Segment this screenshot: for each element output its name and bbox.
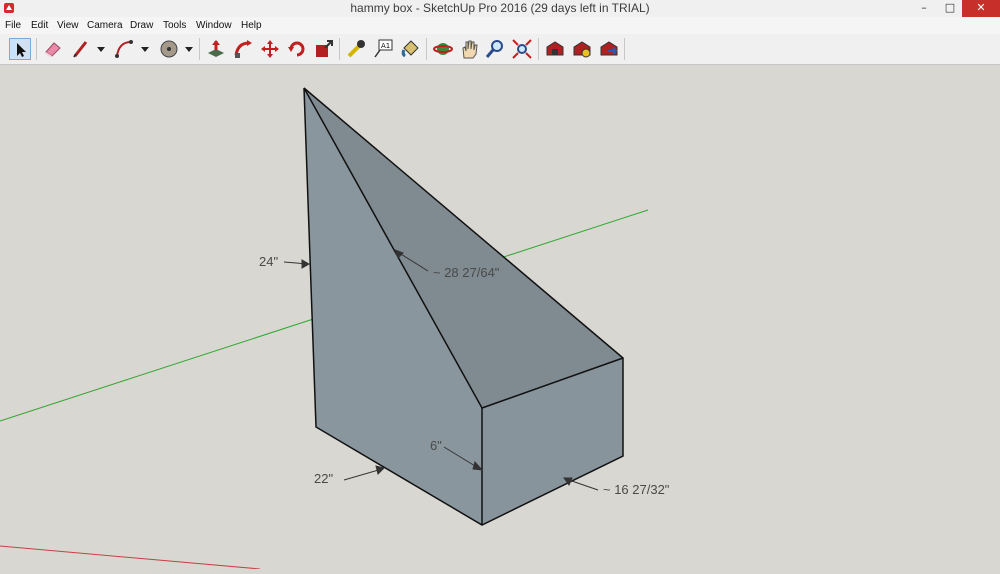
svg-text:A1: A1 (381, 42, 390, 50)
paint-bucket-icon (401, 40, 419, 58)
zoom-icon (485, 40, 503, 58)
menu-camera[interactable]: Camera (87, 20, 123, 31)
dimension-width-label[interactable]: ~ 16 27/32" (603, 482, 669, 497)
select-tool-button[interactable] (9, 38, 31, 60)
chevron-down-icon (185, 47, 193, 52)
share-model-button[interactable] (598, 38, 620, 60)
drawing-viewport[interactable]: 24" ~ 28 27/64" 22" 6" ~ 16 27/32" (0, 65, 1000, 570)
pan-tool-button[interactable] (458, 38, 480, 60)
scale-icon (316, 40, 333, 57)
dimension-depth-label[interactable]: 22" (314, 471, 333, 486)
scale-tool-button[interactable] (313, 38, 335, 60)
eraser-icon (45, 42, 61, 57)
toolbar-separator (36, 38, 37, 60)
minimize-button[interactable]: – (912, 0, 936, 17)
toolbar: A1 (0, 34, 1000, 65)
model-canvas (0, 87, 649, 570)
zoom-extents-tool-button[interactable] (511, 38, 533, 60)
arc-icon (115, 40, 133, 58)
toolbar-separator (339, 38, 340, 60)
shapes-tool-button[interactable] (158, 38, 180, 60)
eraser-tool-button[interactable] (42, 38, 64, 60)
orbit-tool-button[interactable] (432, 38, 454, 60)
push-pull-icon (208, 40, 224, 57)
push-pull-tool-button[interactable] (205, 38, 227, 60)
toolbar-separator (426, 38, 427, 60)
3d-warehouse-button[interactable] (544, 38, 566, 60)
text-tool-button[interactable]: A1 (372, 38, 394, 60)
menu-edit[interactable]: Edit (31, 20, 48, 31)
dimension-front-height-label[interactable]: 6" (430, 438, 442, 453)
title-bar: hammy box - SketchUp Pro 2016 (29 days l… (0, 0, 1000, 18)
arc-tool-button[interactable] (113, 38, 135, 60)
extension-warehouse-icon (573, 41, 591, 58)
red-axis (0, 545, 261, 570)
close-button[interactable]: ✕ (962, 0, 1000, 17)
menu-file[interactable]: File (5, 20, 21, 31)
zoom-tool-button[interactable] (484, 38, 506, 60)
chevron-down-icon (97, 47, 105, 52)
toolbar-separator (199, 38, 200, 60)
select-icon (17, 43, 26, 57)
dimension-diagonal-label[interactable]: ~ 28 27/64" (433, 265, 499, 280)
move-tool-button[interactable] (259, 38, 281, 60)
shapes-dropdown[interactable] (184, 44, 194, 54)
menu-tools[interactable]: Tools (163, 20, 186, 31)
chevron-down-icon (141, 47, 149, 52)
window-title: hammy box - SketchUp Pro 2016 (29 days l… (350, 1, 650, 15)
tape-measure-tool-button[interactable] (345, 38, 367, 60)
extension-warehouse-button[interactable] (571, 38, 593, 60)
rotate-tool-button[interactable] (286, 38, 308, 60)
arc-dropdown[interactable] (140, 44, 150, 54)
toolbar-separator (624, 38, 625, 60)
menu-bar: File Edit View Camera Draw Tools Window … (0, 17, 1000, 34)
share-model-icon (600, 41, 618, 56)
follow-me-icon (234, 40, 252, 58)
pan-icon (462, 40, 478, 59)
orbit-icon (433, 43, 453, 55)
follow-me-tool-button[interactable] (232, 38, 254, 60)
maximize-button[interactable]: □ (938, 0, 962, 17)
line-tool-button[interactable] (70, 38, 92, 60)
paint-bucket-tool-button[interactable] (399, 38, 421, 60)
text-icon: A1 (374, 39, 393, 58)
warehouse-icon (546, 41, 564, 56)
zoom-extents-icon (512, 39, 532, 59)
rotate-icon (288, 41, 305, 57)
menu-draw[interactable]: Draw (130, 20, 153, 31)
line-icon (73, 41, 88, 58)
dimension-height-label[interactable]: 24" (259, 254, 278, 269)
menu-view[interactable]: View (57, 20, 79, 31)
menu-help[interactable]: Help (241, 20, 262, 31)
move-icon (261, 40, 279, 58)
line-dropdown[interactable] (96, 44, 106, 54)
toolbar-separator (538, 38, 539, 60)
shapes-icon (160, 40, 178, 58)
tape-measure-icon (347, 40, 365, 58)
menu-window[interactable]: Window (196, 20, 232, 31)
